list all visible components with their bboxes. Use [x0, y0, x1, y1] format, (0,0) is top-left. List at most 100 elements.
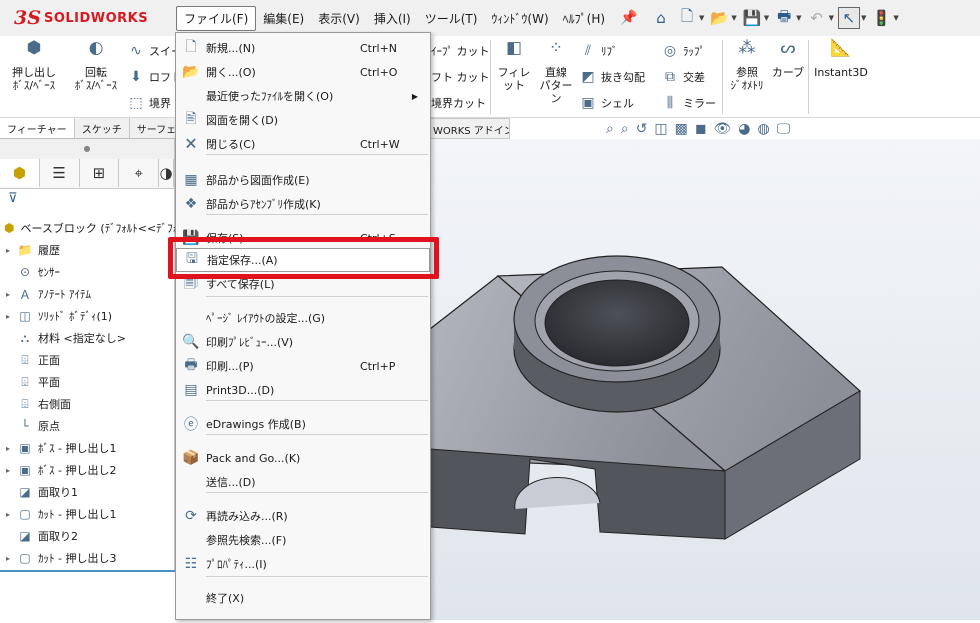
print-icon[interactable]: 🖶 [773, 7, 795, 29]
filter-icon[interactable]: ⊽ [0, 189, 174, 209]
save-icon[interactable]: 💾 [741, 7, 763, 29]
boundary-button[interactable]: ⬚ 境界 [128, 95, 171, 111]
tree-item[interactable]: ▸ ▣ ﾎﾞｽ - 押し出し1 [0, 437, 175, 459]
file-menu-item[interactable]: 🗙 閉じる(C) Ctrl+W [176, 132, 430, 156]
fillet-button[interactable]: ◧ フィレット [494, 40, 534, 93]
file-menu-item[interactable]: ⟳ 再読み込み...(R) [176, 504, 430, 528]
tree-item[interactable]: └ 原点 [0, 415, 175, 437]
loft-cut-button[interactable]: フト カット [431, 69, 490, 85]
tab-features[interactable]: フィーチャー [0, 118, 75, 138]
shell-button[interactable]: ▣ シェル [580, 95, 634, 111]
tree-item[interactable]: ⌹ 平面 [0, 371, 175, 393]
section-view-icon[interactable]: ◫ [654, 121, 667, 137]
chevron-down-icon[interactable]: ▼ [829, 14, 834, 22]
tree-item[interactable]: ◪ 面取り1 [0, 481, 175, 503]
tab-addins[interactable]: WORKS アドイン [430, 118, 510, 139]
file-menu-item[interactable]: 🖶 印刷...(P) Ctrl+P [176, 354, 430, 378]
expand-arrow-icon[interactable]: ▸ [6, 444, 18, 453]
tree-item[interactable]: ⌹ 右側面 [0, 393, 175, 415]
reference-geometry-button[interactable]: ⁂ 参照 ｼﾞｵﾒﾄﾘ [728, 40, 766, 93]
loft-button[interactable]: ⬇ ロフト [128, 69, 182, 85]
file-menu-item[interactable]: 📂 開く...(O) Ctrl+O [176, 60, 430, 84]
view-orientation-icon[interactable]: ▩ [675, 121, 688, 137]
file-menu-item[interactable]: ☷ ﾌﾟﾛﾊﾟﾃｨ...(I) [176, 552, 430, 576]
menu-window[interactable]: ｳｨﾝﾄﾞｳ(W) [484, 7, 555, 30]
menu-tools[interactable]: ツール(T) [418, 7, 485, 30]
undo-icon[interactable]: ↶ [806, 7, 828, 29]
configuration-manager-tab-icon[interactable]: ⊞ [80, 159, 120, 187]
appearance-icon[interactable]: ◕ [738, 121, 750, 137]
revolve-boss-button[interactable]: ◐ 回転 ﾎﾞｽ/ﾍﾞｰｽ [68, 40, 124, 93]
panel-splitter[interactable]: ● [0, 139, 174, 159]
file-menu-item[interactable]: ❖ 部品からｱｾﾝﾌﾞﾘ作成(K) [176, 192, 430, 216]
hide-show-icon[interactable]: 👁 [714, 121, 732, 137]
select-icon[interactable]: ↖ [837, 7, 860, 29]
scene-icon[interactable]: ◍ [758, 121, 770, 137]
draft-button[interactable]: ◩ 抜き勾配 [580, 69, 645, 85]
chevron-down-icon[interactable]: ▼ [796, 14, 801, 22]
curves-button[interactable]: ᔕ カーブ [770, 40, 806, 80]
menu-insert[interactable]: 挿入(I) [367, 7, 418, 30]
boundary-cut-button[interactable]: 境界カット [431, 95, 486, 111]
previous-view-icon[interactable]: ↺ [636, 121, 648, 137]
expand-arrow-icon[interactable]: ▸ [6, 246, 18, 255]
tree-item[interactable]: ▸ 📁 履歴 [0, 239, 175, 261]
tree-item[interactable]: ◪ 面取り2 [0, 525, 175, 547]
extrude-boss-button[interactable]: ⬢ 押し出し ﾎﾞｽ/ﾍﾞｰｽ [8, 40, 60, 93]
mirror-button[interactable]: ⫼ ミラー [662, 95, 716, 111]
home-icon[interactable]: ⌂ [650, 7, 672, 29]
tree-item[interactable]: ▸ ◫ ｿﾘｯﾄﾞ ﾎﾞﾃﾞｨ(1) [0, 305, 175, 327]
tree-item[interactable]: ⛬ 材料 <指定なし> [0, 327, 175, 349]
zoom-area-icon[interactable]: ⌕ [621, 121, 629, 137]
chevron-down-icon[interactable]: ▼ [861, 14, 866, 22]
tree-item[interactable]: ⊙ ｾﾝｻｰ [0, 261, 175, 283]
open-icon[interactable]: 📂 [708, 7, 730, 29]
file-menu-item[interactable]: 最近使ったﾌｧｲﾙを開く(O) ▶ [176, 84, 430, 108]
file-menu-item[interactable]: ⓔ eDrawings 作成(B) [176, 412, 430, 436]
chevron-down-icon[interactable]: ▼ [893, 14, 898, 22]
base-block-model[interactable] [429, 139, 980, 620]
file-menu-item[interactable]: ▤ Print3D...(D) [176, 378, 430, 402]
expand-arrow-icon[interactable]: ▸ [6, 510, 18, 519]
tree-root[interactable]: ⬢ ベースブロック (ﾃﾞﾌｫﾙﾄ<<ﾃﾞﾌｫ [0, 217, 178, 239]
tree-item[interactable]: ▸ ▢ ｶｯﾄ - 押し出し3 [0, 547, 175, 569]
new-icon[interactable]: 🗋 [676, 7, 698, 29]
tree-item[interactable]: ▸ ▣ ﾎﾞｽ - 押し出し2 [0, 459, 175, 481]
chevron-down-icon[interactable]: ▼ [764, 14, 769, 22]
file-menu-item[interactable]: 🗋 新規...(N) Ctrl+N [176, 36, 430, 60]
view-settings-icon[interactable]: 🖵 [777, 121, 791, 137]
zoom-to-fit-icon[interactable]: ⌕ [606, 121, 614, 137]
expand-arrow-icon[interactable]: ▸ [6, 312, 18, 321]
tree-item[interactable]: ⌹ 正面 [0, 349, 175, 371]
file-menu-item[interactable]: 参照先検索...(F) [176, 528, 430, 552]
expand-arrow-icon[interactable]: ▸ [6, 290, 18, 299]
solidworks-logo[interactable]: 3S SOLIDWORKS [0, 0, 166, 36]
expand-arrow-icon[interactable]: ▸ [6, 554, 18, 563]
instant3d-button[interactable]: 📐 Instant3D [812, 40, 870, 80]
file-menu-item[interactable]: 📦 Pack and Go...(K) [176, 446, 430, 470]
pin-icon[interactable]: 📌 [620, 10, 637, 26]
tab-sketch[interactable]: スケッチ [75, 118, 130, 138]
dimxpert-tab-icon[interactable]: ⌖ [119, 159, 160, 187]
file-menu-item[interactable]: 終了(X) [176, 586, 430, 610]
menu-edit[interactable]: 編集(E) [256, 7, 311, 30]
chevron-down-icon[interactable]: ▼ [699, 14, 704, 22]
menu-view[interactable]: 表示(V) [311, 7, 367, 30]
chevron-down-icon[interactable]: ▼ [731, 14, 736, 22]
linear-pattern-button[interactable]: ⁘ 直線 パターン [536, 40, 576, 106]
menu-help[interactable]: ﾍﾙﾌﾟ(H) [556, 7, 612, 30]
file-menu-item[interactable]: 🔍 印刷ﾌﾟﾚﾋﾞｭｰ...(V) [176, 330, 430, 354]
display-style-icon[interactable]: ◼ [695, 121, 707, 137]
property-manager-tab-icon[interactable]: ☰ [40, 159, 80, 187]
intersect-button[interactable]: ⧉ 交差 [662, 69, 705, 85]
feature-manager-tab-icon[interactable]: ⬢ [0, 159, 40, 187]
tree-item[interactable]: ▸ ▢ ｶｯﾄ - 押し出し1 [0, 503, 175, 525]
rib-button[interactable]: ⫽ ﾘﾌﾞ [580, 43, 618, 59]
rebuild-icon[interactable]: 🚦 [870, 7, 892, 29]
expand-arrow-icon[interactable]: ▸ [6, 466, 18, 475]
file-menu-item[interactable]: 🖹 図面を開く(D) [176, 108, 430, 132]
display-manager-tab-icon[interactable]: ◑ [159, 159, 174, 187]
graphics-area[interactable] [429, 139, 980, 620]
menu-file[interactable]: ファイル(F) [176, 5, 257, 31]
sweep-button[interactable]: ∿ スイー [128, 43, 182, 59]
